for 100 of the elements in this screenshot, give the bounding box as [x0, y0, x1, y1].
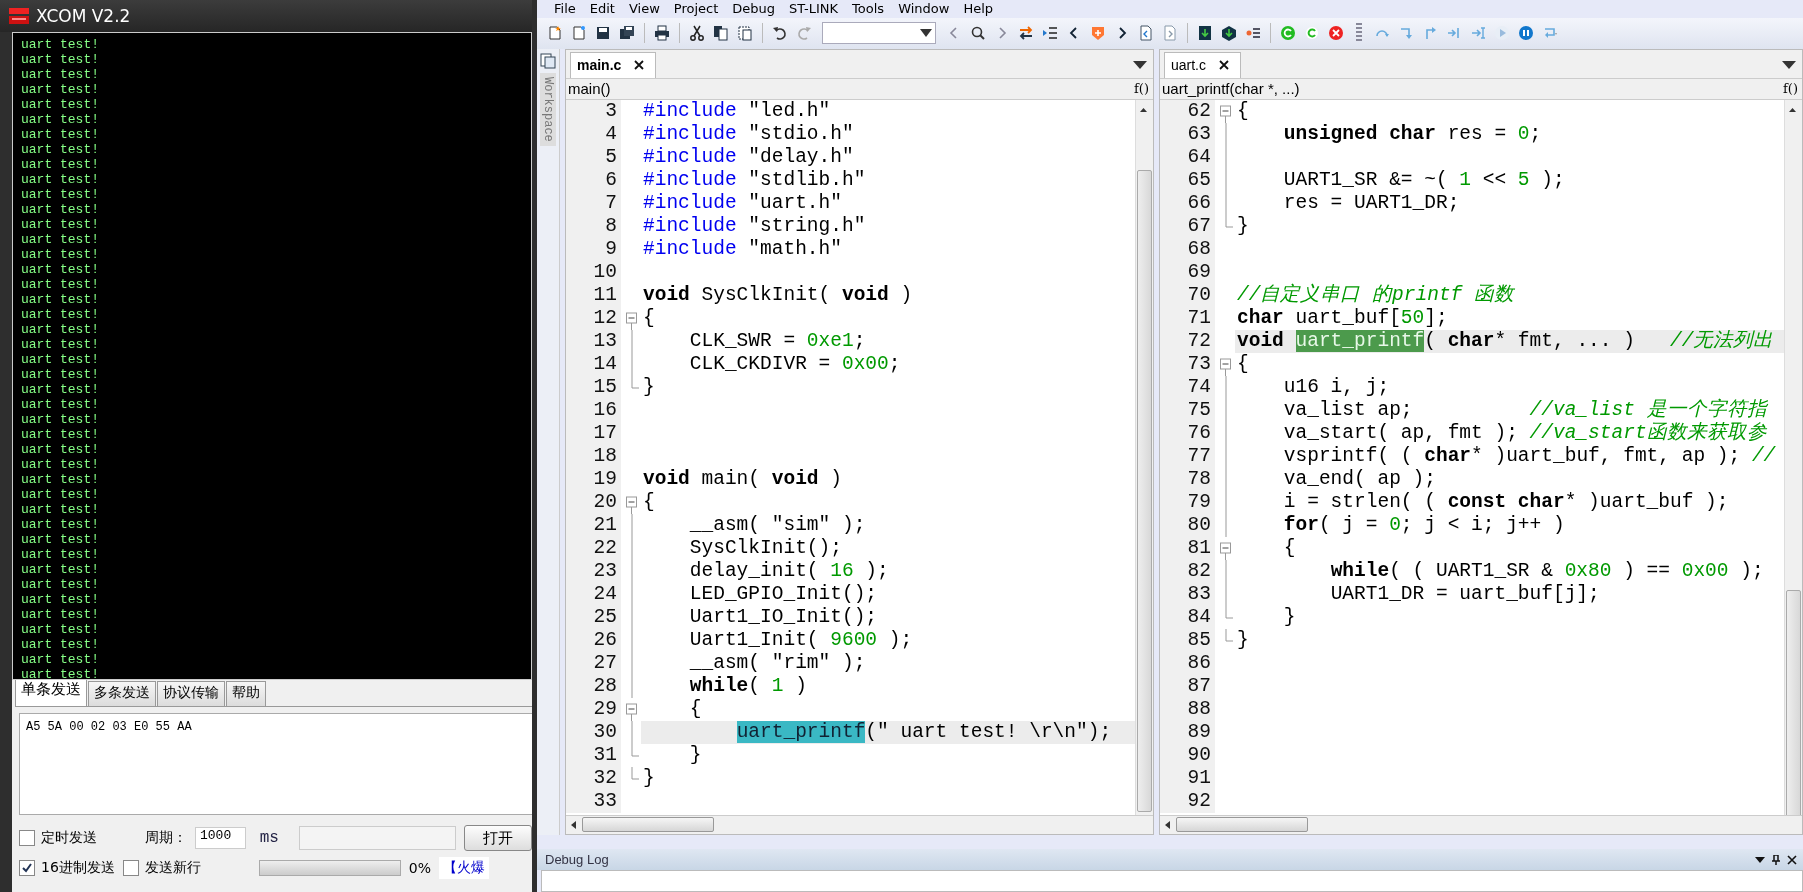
terminal-line: uart test!	[21, 247, 100, 262]
unit-label: ms	[259, 829, 279, 847]
paste-icon[interactable]	[737, 25, 753, 42]
line-number: 31	[566, 743, 621, 767]
menu-item[interactable]: Project	[666, 1, 726, 17]
run-to-cursor-icon[interactable]	[1470, 25, 1486, 42]
line-number: 87	[1160, 674, 1215, 698]
print-icon[interactable]	[654, 25, 670, 42]
send-text-field[interactable]: A5 5A 00 02 03 E0 55 AA	[19, 713, 532, 815]
tab[interactable]: 帮助	[226, 681, 266, 706]
menu-item[interactable]: Tools	[845, 1, 892, 17]
code-line: }	[1236, 628, 1250, 652]
checkbox[interactable]	[19, 860, 35, 876]
scroll-left-icon[interactable]	[570, 819, 578, 830]
menu-item[interactable]: Help	[956, 1, 1001, 17]
code-line: UART1_DR = uart_buf[j];	[1329, 582, 1601, 606]
swap-arrows-icon[interactable]	[1018, 25, 1034, 42]
new-file-icon[interactable]	[547, 25, 563, 42]
close-icon[interactable]	[633, 59, 646, 72]
code-line: va_start( ap, fmt ); //va_start函数来获取参	[1282, 421, 1768, 445]
tab[interactable]: 单条发送	[15, 680, 87, 706]
menu-item[interactable]: File	[547, 1, 583, 17]
pause-icon[interactable]	[1518, 25, 1534, 42]
period-field[interactable]: 1000	[195, 827, 246, 849]
download-icon[interactable]	[1197, 25, 1213, 42]
menu-item[interactable]: Debug	[725, 1, 783, 17]
fold-end-line	[1224, 214, 1233, 228]
workspace-icon[interactable]	[540, 52, 556, 69]
line-number: 28	[566, 674, 621, 698]
pin-icon[interactable]	[1771, 854, 1781, 865]
file-tab[interactable]: uart.c	[1164, 51, 1241, 78]
line-number: 86	[1160, 651, 1215, 675]
redo-icon[interactable]	[796, 25, 812, 42]
app-logo-icon	[8, 6, 30, 26]
indent-list-icon[interactable]	[1042, 25, 1058, 42]
scrollbar-thumb[interactable]	[1176, 817, 1308, 833]
terminal-line: uart test!	[21, 562, 100, 577]
dropdown-icon[interactable]	[920, 29, 932, 38]
stop-icon[interactable]	[1328, 25, 1344, 42]
vertical-scrollbar[interactable]	[1784, 99, 1802, 816]
checkbox[interactable]	[19, 830, 35, 846]
line-number: 29	[566, 697, 621, 721]
checkbox-label: 定时发送	[41, 829, 97, 847]
dropdown-icon[interactable]	[1755, 854, 1765, 865]
search-icon[interactable]	[970, 25, 986, 42]
checkbox[interactable]	[122, 860, 139, 876]
function-list-button[interactable]: f()	[1134, 81, 1149, 97]
terminal-line: uart test!	[21, 412, 100, 427]
file-path-field[interactable]	[298, 826, 456, 850]
fold-line	[630, 720, 633, 744]
dropdown-icon[interactable]	[1133, 60, 1147, 69]
line-number: 85	[1160, 628, 1215, 652]
menu-item[interactable]: Window	[891, 1, 957, 17]
copy-icon[interactable]	[713, 25, 729, 42]
refresh-icon[interactable]	[1304, 25, 1320, 42]
horizontal-scrollbar[interactable]	[566, 815, 1153, 834]
line-number: 4	[566, 122, 621, 146]
line-number: 72	[1160, 329, 1215, 353]
cut-icon[interactable]	[689, 25, 705, 42]
line-number: 7	[566, 191, 621, 215]
document-icon[interactable]	[1162, 25, 1178, 42]
line-number: 77	[1160, 444, 1215, 468]
scrollbar-thumb[interactable]	[582, 817, 714, 833]
line-number: 70	[1160, 283, 1215, 307]
terminal-line: uart test!	[21, 217, 100, 232]
scrollbar-thumb[interactable]	[1137, 169, 1152, 812]
line-number: 84	[1160, 605, 1215, 629]
scroll-left-icon[interactable]	[1164, 819, 1172, 830]
terminal-line: uart test!	[21, 352, 100, 367]
close-icon[interactable]	[1787, 854, 1797, 865]
line-number: 8	[566, 214, 621, 238]
terminal-line: uart test!	[21, 442, 100, 457]
open-file-button[interactable]: 打开	[464, 825, 532, 851]
fold-end-line	[630, 766, 639, 780]
ad-link[interactable]: 【火爆	[439, 857, 490, 879]
tab[interactable]: 多条发送	[88, 681, 156, 706]
code-line: va_end( ap );	[1282, 467, 1437, 491]
undo-icon[interactable]	[772, 25, 788, 42]
bookmark-icon[interactable]	[1090, 25, 1106, 42]
download-icon[interactable]	[1221, 25, 1237, 42]
checkbox-label: 16进制发送	[41, 859, 115, 877]
dropdown-icon[interactable]	[1782, 60, 1796, 69]
scrollbar-thumb[interactable]	[1786, 589, 1801, 816]
code-line: #include "stdio.h"	[642, 122, 855, 146]
menu-item[interactable]: View	[621, 1, 667, 17]
close-icon[interactable]	[1218, 59, 1230, 72]
save-icon[interactable]	[595, 25, 611, 42]
menu-item[interactable]: Edit	[582, 1, 622, 17]
code-line: {	[642, 490, 656, 514]
open-file-icon[interactable]	[571, 25, 587, 42]
line-number: 21	[566, 513, 621, 537]
menu-item[interactable]: ST-LINK	[782, 1, 846, 17]
vertical-scrollbar[interactable]	[1135, 99, 1153, 816]
tab[interactable]: 协议传输	[157, 681, 225, 706]
horizontal-scrollbar[interactable]	[1160, 815, 1802, 834]
file-tab[interactable]: main.c	[570, 51, 657, 78]
refresh-icon[interactable]	[1280, 25, 1296, 42]
save-all-icon[interactable]	[619, 25, 635, 42]
function-list-button[interactable]: f()	[1783, 81, 1798, 97]
document-icon[interactable]	[1138, 25, 1154, 42]
